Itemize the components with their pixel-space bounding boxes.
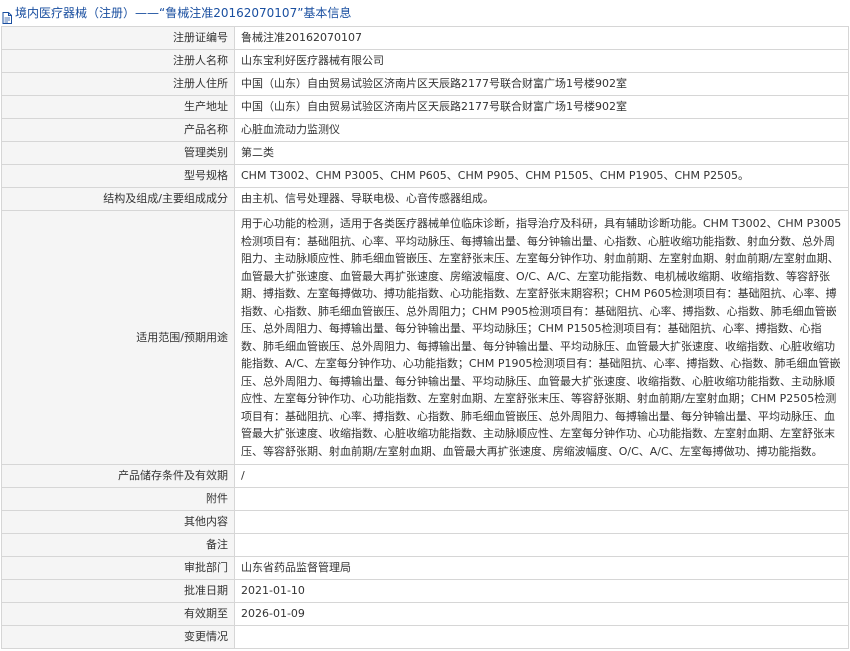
row-value: 心脏血流动力监测仪 xyxy=(234,118,849,142)
row-label: 管理类别 xyxy=(1,141,235,165)
table-row: 附件 xyxy=(1,487,849,511)
row-label: 注册人住所 xyxy=(1,72,235,96)
table-row: 注册人名称 山东宝利好医疗器械有限公司 xyxy=(1,49,849,73)
table-row: 管理类别 第二类 xyxy=(1,141,849,165)
page-title: 境内医疗器械（注册）——“鲁械注准20162070107”基本信息 xyxy=(15,6,352,20)
row-value: 中国（山东）自由贸易试验区济南片区天辰路2177号联合财富广场1号楼902室 xyxy=(234,72,849,96)
table-row: 有效期至 2026-01-09 xyxy=(1,602,849,626)
row-label: 注册人名称 xyxy=(1,49,235,73)
row-value: 山东宝利好医疗器械有限公司 xyxy=(234,49,849,73)
row-value xyxy=(234,487,849,511)
row-label: 生产地址 xyxy=(1,95,235,119)
table-row: 结构及组成/主要组成成分 由主机、信号处理器、导联电极、心音传感器组成。 xyxy=(1,187,849,211)
table-row: 产品名称 心脏血流动力监测仪 xyxy=(1,118,849,142)
row-value: / xyxy=(234,464,849,488)
table-row: 批准日期 2021-01-10 xyxy=(1,579,849,603)
row-label: 变更情况 xyxy=(1,625,235,649)
row-label: 产品名称 xyxy=(1,118,235,142)
page-header: 境内医疗器械（注册）——“鲁械注准20162070107”基本信息 xyxy=(0,0,850,26)
row-label: 备注 xyxy=(1,533,235,557)
table-row: 变更情况 xyxy=(1,625,849,649)
detail-table: 注册证编号 鲁械注准20162070107 注册人名称 山东宝利好医疗器械有限公… xyxy=(1,26,849,649)
row-value: CHM T3002、CHM P3005、CHM P605、CHM P905、CH… xyxy=(234,164,849,188)
table-row: 产品储存条件及有效期 / xyxy=(1,464,849,488)
row-value: 2026-01-09 xyxy=(234,602,849,626)
row-label: 注册证编号 xyxy=(1,26,235,50)
row-value xyxy=(234,533,849,557)
row-label: 其他内容 xyxy=(1,510,235,534)
table-row: 审批部门 山东省药品监督管理局 xyxy=(1,556,849,580)
row-value: 第二类 xyxy=(234,141,849,165)
table-row: 适用范围/预期用途 用于心功能的检测，适用于各类医疗器械单位临床诊断，指导治疗及… xyxy=(1,210,849,465)
row-value: 山东省药品监督管理局 xyxy=(234,556,849,580)
table-row: 其他内容 xyxy=(1,510,849,534)
table-row: 备注 xyxy=(1,533,849,557)
row-value: 鲁械注准20162070107 xyxy=(234,26,849,50)
table-row: 生产地址 中国（山东）自由贸易试验区济南片区天辰路2177号联合财富广场1号楼9… xyxy=(1,95,849,119)
row-value: 中国（山东）自由贸易试验区济南片区天辰路2177号联合财富广场1号楼902室 xyxy=(234,95,849,119)
row-label: 审批部门 xyxy=(1,556,235,580)
row-value xyxy=(234,625,849,649)
row-value: 用于心功能的检测，适用于各类医疗器械单位临床诊断，指导治疗及科研，具有辅助诊断功… xyxy=(234,210,849,465)
row-label: 结构及组成/主要组成成分 xyxy=(1,187,235,211)
table-row: 型号规格 CHM T3002、CHM P3005、CHM P605、CHM P9… xyxy=(1,164,849,188)
row-value xyxy=(234,510,849,534)
table-row: 注册人住所 中国（山东）自由贸易试验区济南片区天辰路2177号联合财富广场1号楼… xyxy=(1,72,849,96)
row-label: 产品储存条件及有效期 xyxy=(1,464,235,488)
row-label: 适用范围/预期用途 xyxy=(1,210,235,465)
row-label: 有效期至 xyxy=(1,602,235,626)
row-value: 2021-01-10 xyxy=(234,579,849,603)
table-row: 注册证编号 鲁械注准20162070107 xyxy=(1,26,849,50)
row-label: 型号规格 xyxy=(1,164,235,188)
row-value: 由主机、信号处理器、导联电极、心音传感器组成。 xyxy=(234,187,849,211)
row-label: 批准日期 xyxy=(1,579,235,603)
row-label: 附件 xyxy=(1,487,235,511)
document-icon xyxy=(2,7,12,24)
